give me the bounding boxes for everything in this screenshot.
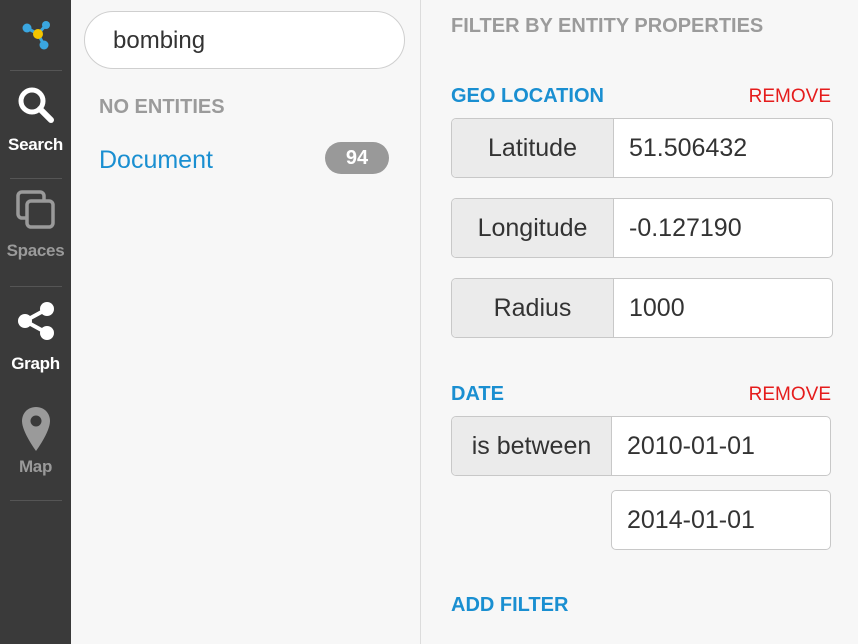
- date-end-input[interactable]: [627, 504, 817, 536]
- result-item-document[interactable]: Document 94: [99, 138, 389, 182]
- date-title: DATE: [451, 383, 504, 405]
- nav-label-graph: Graph: [11, 354, 60, 373]
- nav-label-search: Search: [8, 135, 63, 154]
- radius-label: Radius: [452, 279, 614, 337]
- nav-divider: [10, 286, 62, 287]
- radius-field: Radius: [451, 278, 833, 338]
- nav-item-graph[interactable]: Graph: [0, 288, 71, 388]
- add-filter-button[interactable]: ADD FILTER: [451, 594, 568, 617]
- nav-label-map: Map: [18, 457, 53, 476]
- latitude-field: Latitude: [451, 118, 833, 178]
- date-start-input[interactable]: [627, 430, 817, 462]
- nav-item-spaces[interactable]: Spaces: [0, 180, 71, 280]
- longitude-field: Longitude: [451, 198, 833, 258]
- result-count-badge: 94: [325, 142, 389, 174]
- nav-divider: [10, 178, 62, 179]
- latitude-label: Latitude: [452, 119, 614, 177]
- graph-logo-icon: [22, 21, 50, 50]
- nav-divider: [10, 500, 62, 501]
- date-end-field: [611, 490, 831, 550]
- spaces-icon: [15, 190, 55, 229]
- search-icon: [18, 87, 54, 123]
- app-logo[interactable]: [0, 0, 71, 70]
- geo-location-title: GEO LOCATION: [451, 85, 604, 107]
- no-entities-label: NO ENTITIES: [99, 96, 225, 118]
- nav-divider: [10, 70, 62, 71]
- longitude-label: Longitude: [452, 199, 614, 257]
- search-input[interactable]: [113, 26, 383, 56]
- search-panel: NO ENTITIES Document 94: [71, 0, 421, 644]
- nav-label-spaces: Spaces: [6, 241, 65, 260]
- latitude-input[interactable]: [629, 132, 819, 164]
- date-remove-button[interactable]: REMOVE: [749, 384, 831, 406]
- share-graph-icon: [17, 302, 54, 340]
- longitude-input[interactable]: [629, 212, 819, 244]
- search-box[interactable]: [84, 11, 405, 69]
- nav-rail: Search Spaces Graph Map: [0, 0, 71, 644]
- filter-panel: FILTER BY ENTITY PROPERTIES GEO LOCATION…: [421, 0, 858, 644]
- geo-remove-button[interactable]: REMOVE: [749, 86, 831, 108]
- date-operator-label[interactable]: is between: [452, 417, 612, 475]
- filter-panel-heading: FILTER BY ENTITY PROPERTIES: [451, 15, 764, 37]
- result-name[interactable]: Document: [99, 146, 213, 175]
- date-start-field: is between: [451, 416, 831, 476]
- radius-input[interactable]: [629, 292, 819, 324]
- nav-item-map[interactable]: Map: [0, 395, 71, 495]
- nav-item-search[interactable]: Search: [0, 72, 71, 172]
- map-pin-icon: [21, 407, 50, 451]
